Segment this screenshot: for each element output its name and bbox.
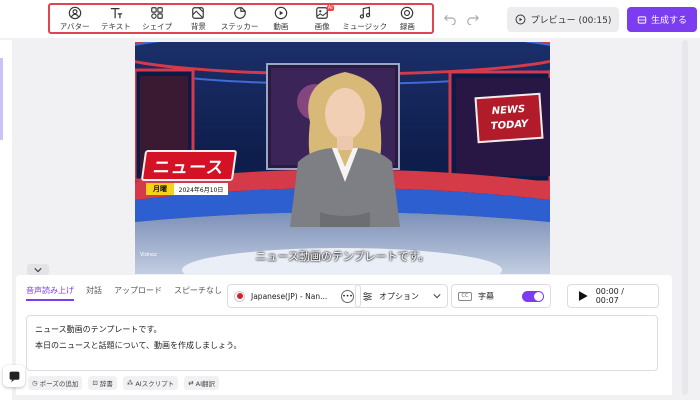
undo-icon[interactable] — [443, 11, 457, 25]
tool-label: テキスト — [100, 21, 131, 31]
news-today-sign[interactable]: NEWS TODAY — [474, 92, 544, 144]
tool-sticker[interactable]: ステッカー — [219, 5, 260, 32]
left-rail — [0, 40, 12, 400]
text-icon — [110, 7, 122, 18]
help-widget[interactable] — [3, 365, 25, 387]
generate-label: 生成する — [650, 16, 687, 26]
shape-icon — [151, 6, 163, 19]
tab-upload[interactable]: アップロード — [114, 285, 162, 301]
news-day: 月曜 — [146, 183, 174, 195]
news-date: 2024年6月10日 — [174, 183, 228, 195]
scrollbar[interactable] — [682, 40, 688, 395]
tool-label: 画像 — [314, 21, 330, 31]
chat-icon — [9, 371, 19, 382]
music-icon — [359, 6, 370, 19]
tool-label: 録画 — [399, 21, 415, 31]
tab-tts[interactable]: 音声読み上げ — [26, 285, 74, 301]
tool-image[interactable]: AI 画像 — [302, 5, 343, 32]
audio-player: 00:00 / 00:07 — [567, 284, 659, 308]
dictionary-label: 辞書 — [99, 380, 113, 388]
script-input[interactable]: ニュース動画のテンプレートです。 本日のニュースと話題について、動画を作成しまし… — [26, 315, 658, 371]
avatar-icon — [68, 6, 81, 19]
options-label: オプション — [379, 291, 419, 301]
tool-shape[interactable]: シェイプ — [137, 5, 178, 32]
tool-background[interactable]: 背景 — [178, 5, 219, 32]
news-sign-line2: TODAY — [490, 118, 529, 133]
tool-label: 背景 — [190, 21, 206, 31]
news-title-badge: ニュース — [140, 150, 238, 181]
dictionary-icon: ⊡ — [92, 379, 98, 387]
tool-label: 動画 — [273, 21, 289, 31]
sliders-icon — [363, 291, 372, 301]
collapse-button[interactable] — [27, 264, 49, 275]
ai-icon: ⁂ — [126, 379, 134, 387]
ai-script-button[interactable]: ⁂ AIスクリプト — [122, 376, 179, 390]
tool-music[interactable]: ミュージック — [342, 5, 388, 32]
ai-badge: AI — [326, 5, 334, 11]
redo-icon[interactable] — [466, 11, 480, 25]
video-subtitle: ニュース動画のテンプレートです。 — [255, 250, 430, 263]
sticker-icon — [233, 6, 246, 19]
tab-dialogue[interactable]: 対話 — [86, 285, 102, 301]
tool-video[interactable]: 動画 — [260, 5, 301, 32]
caption-toggle[interactable] — [522, 290, 544, 302]
add-pause-label: ポーズの追加 — [39, 380, 79, 388]
more-icon[interactable]: ••• — [341, 289, 354, 303]
chevron-down-icon — [433, 294, 441, 299]
top-toolbar: アバター テキスト シェイプ 背景 ステッカー 動画 AI 画像 ミュージック … — [0, 0, 700, 38]
script-line: ニュース動画のテンプレートです。 — [35, 325, 162, 334]
tool-record[interactable]: 録画 — [387, 5, 428, 32]
voice-selector[interactable]: Japanese(JP) - Nan... ••• — [227, 284, 361, 308]
preview-label: プレビュー (00:15) — [530, 16, 612, 26]
generate-button[interactable]: 生成する — [627, 7, 697, 32]
background-icon — [192, 6, 205, 19]
voice-name: Japanese(JP) - Nan... — [251, 291, 328, 301]
ai-translate-label: AI翻訳 — [195, 380, 216, 388]
caption-label: 字幕 — [478, 291, 494, 301]
record-icon — [401, 6, 414, 19]
tool-label: アバター — [59, 21, 90, 31]
script-line: 本日のニュースと話題について、動画を作成しましょう。 — [35, 341, 242, 350]
tool-label: シェイプ — [142, 21, 173, 31]
tool-label: ミュージック — [342, 21, 388, 31]
japan-flag-icon — [234, 290, 245, 302]
script-panel: 音声読み上げ 対話 アップロード スピーチなし Japanese(JP) - N… — [16, 275, 672, 395]
watermark: Vidnoz — [140, 252, 157, 258]
cc-icon: CC — [458, 291, 472, 301]
tool-avatar[interactable]: アバター — [54, 5, 95, 32]
script-tools: ◷ ポーズの追加 ⊡ 辞書 ⁂ AIスクリプト ⇄ AI翻訳 — [28, 376, 220, 390]
add-pause-button[interactable]: ◷ ポーズの追加 — [28, 376, 83, 390]
video-icon — [274, 6, 288, 19]
preview-button[interactable]: プレビュー (00:15) — [507, 7, 619, 32]
dictionary-button[interactable]: ⊡ 辞書 — [88, 376, 117, 390]
element-toolbox: アバター テキスト シェイプ 背景 ステッカー 動画 AI 画像 ミュージック … — [48, 3, 434, 34]
play-circle-icon — [515, 14, 526, 25]
translate-icon: ⇄ — [188, 379, 194, 387]
generate-icon — [637, 15, 647, 24]
left-rail-tab[interactable] — [0, 58, 3, 140]
voice-mode-tabs: 音声読み上げ 対話 アップロード スピーチなし — [26, 285, 222, 301]
chevron-down-icon — [34, 267, 42, 272]
clock-icon: ◷ — [32, 379, 38, 387]
play-icon[interactable] — [578, 291, 588, 301]
tab-no-speech[interactable]: スピーチなし — [174, 285, 222, 301]
tool-label: ステッカー — [220, 21, 259, 31]
playback-time: 00:00 / 00:07 — [595, 287, 624, 305]
avatar-presenter[interactable] — [280, 62, 410, 227]
ai-translate-button[interactable]: ⇄ AI翻訳 — [184, 376, 220, 390]
caption-control: CC 字幕 — [451, 284, 551, 308]
options-dropdown[interactable]: オプション — [355, 284, 448, 308]
ai-script-label: AIスクリプト — [135, 380, 175, 388]
tool-text[interactable]: テキスト — [95, 5, 136, 32]
